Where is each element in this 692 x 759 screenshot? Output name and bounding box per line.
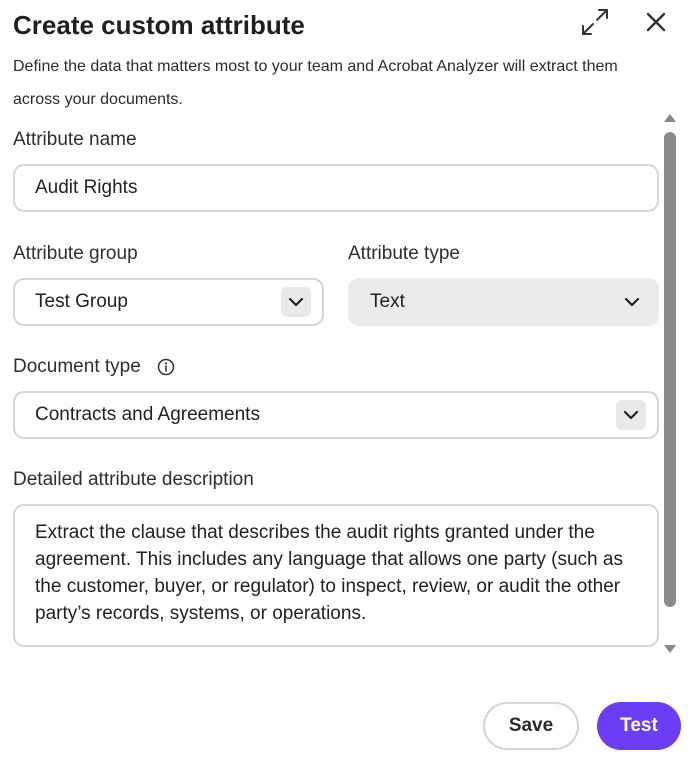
scroll-up-button[interactable]	[662, 111, 678, 125]
close-button[interactable]	[640, 8, 672, 40]
scroll-down-button[interactable]	[662, 642, 678, 656]
dialog-title: Create custom attribute	[13, 10, 305, 40]
description-value: Extract the clause that describes the au…	[35, 522, 623, 624]
scrollbar-thumb[interactable]	[664, 132, 676, 607]
document-type-label: Document type	[13, 356, 141, 377]
description-label: Detailed attribute description	[13, 469, 254, 490]
description-textarea[interactable]: Extract the clause that describes the au…	[13, 504, 659, 647]
dialog-description: Define the data that matters most to you…	[13, 58, 618, 108]
document-type-value: Contracts and Agreements	[35, 404, 260, 425]
chevron-down-icon	[281, 287, 311, 317]
attribute-group-value: Test Group	[35, 291, 128, 312]
test-button[interactable]: Test	[597, 702, 681, 750]
attribute-name-label: Attribute name	[13, 129, 137, 150]
attribute-group-label: Attribute group	[13, 243, 138, 264]
expand-arrows-icon	[580, 7, 610, 42]
close-icon	[645, 11, 667, 38]
save-button[interactable]: Save	[483, 702, 579, 750]
attribute-type-value: Text	[370, 291, 405, 312]
attribute-name-input[interactable]: Audit Rights	[13, 164, 659, 212]
attribute-type-label: Attribute type	[348, 243, 460, 264]
document-type-dropdown[interactable]: Contracts and Agreements	[13, 391, 659, 439]
chevron-down-icon	[617, 287, 647, 317]
expand-button[interactable]	[578, 7, 612, 41]
info-icon[interactable]	[156, 357, 176, 377]
attribute-type-dropdown[interactable]: Text	[348, 278, 659, 326]
attribute-name-value: Audit Rights	[35, 177, 138, 198]
chevron-down-icon	[616, 400, 646, 430]
attribute-group-dropdown[interactable]: Test Group	[13, 278, 324, 326]
